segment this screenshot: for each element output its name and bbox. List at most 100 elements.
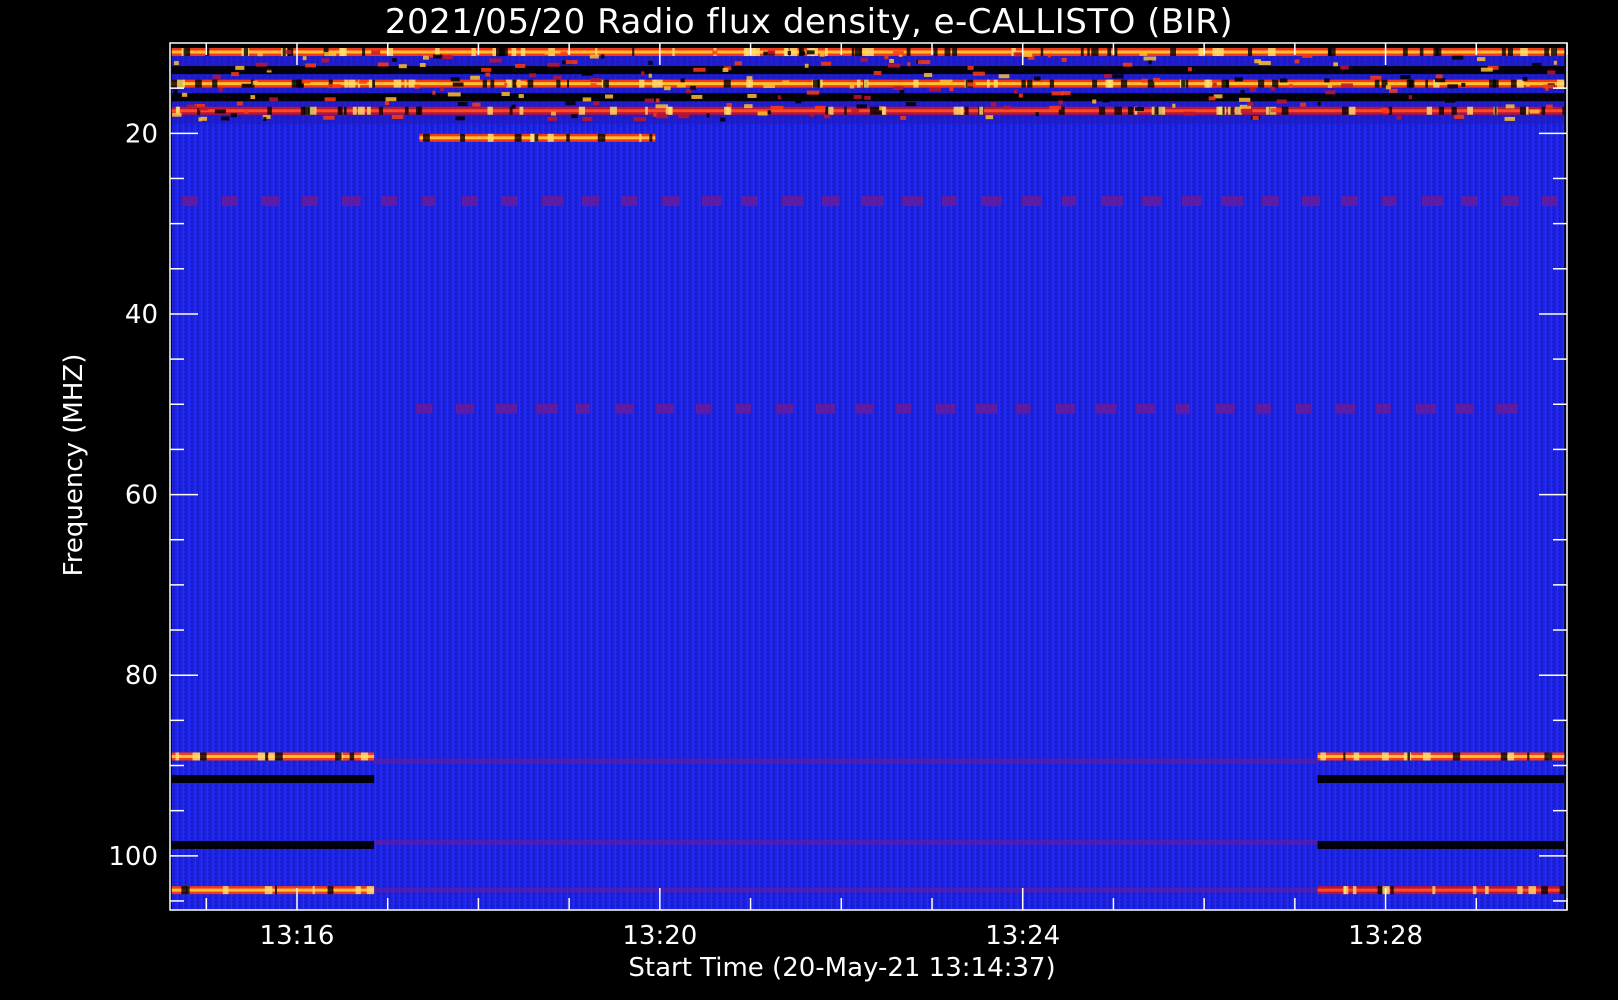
band-speckle [183,48,191,57]
interference-speckle [463,66,471,71]
interference-speckle [864,95,871,100]
band-speckle [487,133,494,142]
band-speckle [514,133,522,142]
interference-speckle [1324,78,1330,83]
interference-speckle [1111,74,1124,79]
interference-speckle [590,83,597,88]
interference-speckle [518,94,524,99]
band-speckle [496,48,503,57]
band-speckle [1438,106,1445,115]
frequency-band [1317,775,1565,784]
band-speckle [404,79,407,88]
interference-speckle [419,62,426,67]
interference-speckle [644,98,655,103]
interference-speckle [547,116,557,121]
interference-speckle [221,116,230,121]
interference-speckle [767,110,771,115]
band-speckle [418,106,421,115]
interference-speckle [770,105,784,110]
interference-speckle [1546,104,1553,109]
interference-speckle [414,84,420,89]
band-speckle [408,79,416,88]
band-speckle [1341,106,1350,115]
interference-speckle [324,52,337,57]
dashed-band-segment [575,403,590,414]
band-speckle [423,133,430,142]
spectrogram-chart: 13:16 13:20 13:24 13:28 20 40 60 80 100 Start Ti… [59,42,1568,983]
interference-speckle [1148,60,1152,65]
interference-speckle [1047,53,1051,58]
interference-speckle [892,50,904,55]
interference-speckle [967,82,976,87]
dashed-band-segment [1415,403,1436,414]
interference-speckle [1212,82,1217,87]
band-speckle [530,133,535,142]
band-speckle [1091,48,1099,57]
band-speckle [828,106,834,115]
dashed-band-segment [1295,403,1312,414]
dashed-band-segment [1335,403,1356,414]
interference-speckle [501,92,510,97]
interference-speckle [923,72,933,77]
band-speckle [1352,886,1357,895]
interference-speckle [173,89,178,94]
interference-speckle [328,84,341,89]
band-speckle [672,48,675,57]
dashed-band-segment [1015,403,1031,414]
band-speckle [790,48,798,57]
band-speckle [1092,79,1098,88]
y-axis-title: Frequency (MHZ) [59,354,89,577]
band-speckle [222,886,229,895]
interference-speckle [1153,77,1160,82]
band-speckle [1114,106,1122,115]
interference-speckle [763,84,775,89]
band-speckle [274,886,278,895]
band-speckle [200,752,207,761]
band-speckle [986,79,990,88]
band-speckle [869,106,876,115]
interference-speckle [1103,74,1113,79]
band-speckle [257,752,266,761]
interference-speckle [1141,78,1148,83]
dashed-band-segment [495,403,518,414]
interference-speckle [1239,97,1251,102]
band-speckle [1507,752,1515,761]
interference-speckle [244,109,249,114]
interference-speckle [780,93,794,98]
interference-speckle [1476,57,1486,62]
interference-speckle [1276,99,1287,104]
interference-speckle [853,94,862,99]
interference-speckle [589,54,599,59]
band-speckle [1320,752,1326,761]
dashed-band-segment [981,196,1002,207]
band-speckle [1407,752,1410,761]
interference-speckle [806,50,815,55]
x-tick-label: 13:16 [260,921,335,951]
band-speckle [195,79,202,88]
band-speckle [1181,79,1186,88]
interference-speckle [1452,55,1464,60]
interference-speckle [678,114,690,119]
interference-speckle [553,75,562,80]
interference-speckle [544,50,556,55]
band-speckle [1426,106,1433,115]
band-speckle [952,48,958,57]
dashed-band-segment [1455,403,1474,414]
dashed-band-segment [695,403,712,414]
interference-speckle [1434,78,1446,83]
band-speckle [578,106,586,115]
interference-speckle [691,94,703,99]
interference-speckle [324,97,336,102]
band-speckle [645,106,648,115]
band-speckle [357,106,365,115]
band-speckle [212,79,218,88]
interference-speckle [800,51,806,56]
interference-speckle [1333,62,1338,67]
band-speckle [1272,79,1279,88]
interference-speckle [1102,98,1110,103]
interference-speckle [1035,112,1039,117]
interference-speckle [423,55,429,60]
interference-speckle [529,73,536,78]
band-speckle [1432,886,1436,895]
interference-speckle [1172,103,1176,108]
